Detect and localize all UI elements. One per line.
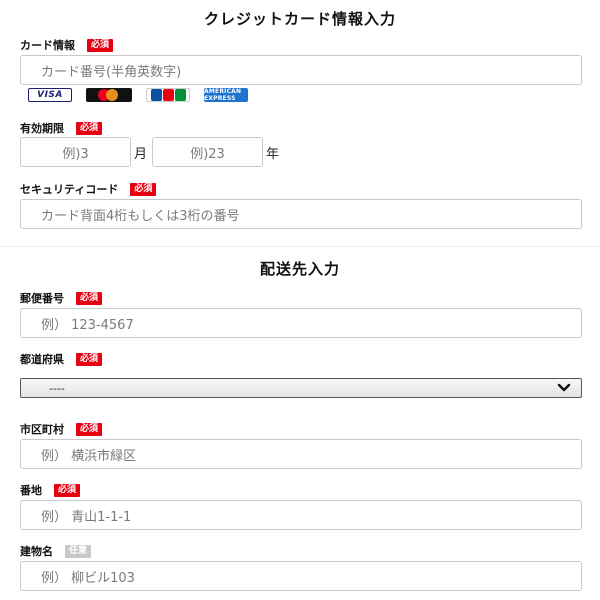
optional-badge: 任意: [65, 544, 92, 558]
prefecture-label-row: 都道府県 必須: [20, 351, 103, 367]
city-label: 市区町村: [20, 423, 64, 436]
required-badge: 必須: [54, 483, 81, 497]
amex-logo-icon: AMERICAN EXPRESS: [204, 88, 248, 102]
shipping-section-title: 配送先入力: [259, 260, 340, 278]
prefecture-label: 都道府県: [20, 353, 64, 366]
expiry-year-input[interactable]: 例)23: [152, 137, 263, 167]
security-code-label: セキュリティコード: [20, 183, 119, 196]
visa-logo-text: VISA: [37, 90, 63, 100]
address-label-row: 番地 必須: [20, 482, 81, 498]
postal-code-label: 郵便番号: [20, 292, 64, 305]
city-input[interactable]: 例） 横浜市緑区: [20, 439, 582, 469]
expiry-label: 有効期限: [20, 122, 64, 135]
card-number-input[interactable]: カード番号(半角英数字): [20, 55, 582, 85]
prefecture-select[interactable]: ----: [20, 378, 582, 398]
city-label-row: 市区町村 必須: [20, 421, 103, 437]
payment-section-title: クレジットカード情報入力: [203, 10, 396, 28]
card-info-label: カード情報: [20, 39, 75, 52]
security-code-label-row: セキュリティコード 必須: [20, 181, 157, 197]
required-badge: 必須: [87, 38, 114, 52]
prefecture-selected-value: ----: [49, 381, 65, 395]
address-input[interactable]: 例） 青山1-1-1: [20, 500, 582, 530]
required-badge: 必須: [76, 121, 103, 135]
amex-logo-text: AMERICAN EXPRESS: [204, 88, 242, 102]
postal-code-label-row: 郵便番号 必須: [20, 290, 103, 306]
card-info-label-row: カード情報 必須: [20, 37, 114, 53]
building-label: 建物名: [20, 545, 53, 558]
year-unit: 年: [266, 147, 280, 162]
required-badge: 必須: [76, 291, 103, 305]
security-code-input[interactable]: カード背面4桁もしくは3桁の番号: [20, 199, 582, 229]
mastercard-logo-icon: [86, 88, 132, 102]
section-divider: [0, 246, 600, 247]
expiry-label-row: 有効期限 必須: [20, 120, 103, 136]
visa-logo-icon: VISA: [28, 88, 72, 102]
address-label: 番地: [20, 484, 42, 497]
building-label-row: 建物名 任意: [20, 543, 92, 559]
expiry-month-input[interactable]: 例)3: [20, 137, 131, 167]
chevron-down-icon: [557, 383, 571, 392]
jcb-logo-icon: [146, 88, 190, 102]
month-unit: 月: [134, 147, 148, 162]
required-badge: 必須: [76, 352, 103, 366]
required-badge: 必須: [130, 182, 157, 196]
required-badge: 必須: [76, 422, 103, 436]
postal-code-input[interactable]: 例） 123-4567: [20, 308, 582, 338]
card-brand-logos: VISA AMERICAN EXPRESS: [28, 88, 248, 102]
building-input[interactable]: 例） 柳ビル103: [20, 561, 582, 591]
